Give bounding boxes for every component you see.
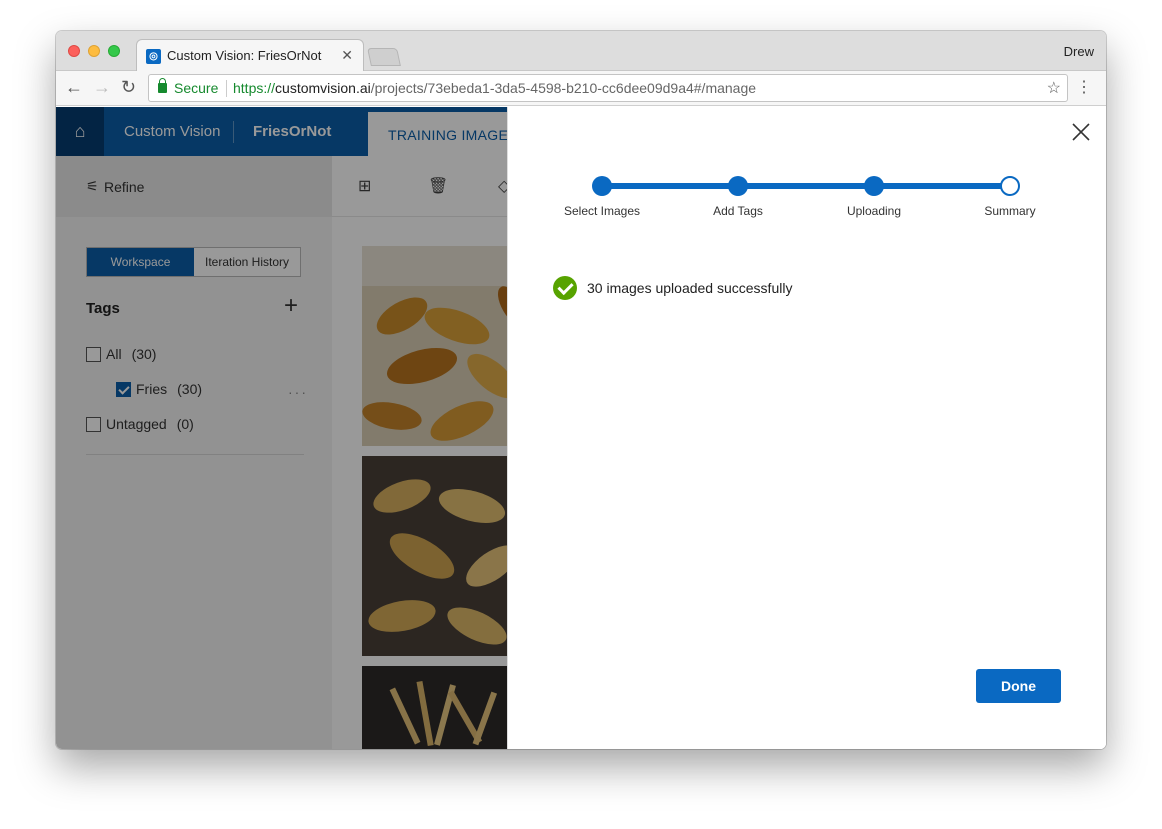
maximize-window-button[interactable] [108, 45, 120, 57]
url-host: customvision.ai [275, 80, 371, 96]
forward-arrow-icon[interactable]: → [93, 77, 111, 98]
reload-icon[interactable]: ↻ [121, 77, 136, 98]
close-window-button[interactable] [68, 45, 80, 57]
secure-label: Secure [174, 80, 219, 96]
step-label: Add Tags [713, 204, 763, 218]
done-button[interactable]: Done [976, 669, 1061, 703]
close-tab-icon[interactable]: ✕ [341, 47, 353, 64]
url-text[interactable]: https://customvision.ai/projects/73ebeda… [233, 80, 756, 96]
upload-panel: Select Images Add Tags Uploading Summary… [507, 107, 1106, 749]
step-dot-uploading [864, 176, 884, 196]
profile-name[interactable]: Drew [1064, 44, 1094, 59]
tab-strip: ◎ Custom Vision: FriesOrNot ✕ Drew [56, 31, 1106, 72]
step-label: Uploading [846, 204, 902, 218]
upload-stepper: Select Images Add Tags Uploading Summary [508, 107, 1106, 237]
lock-icon [158, 78, 167, 93]
step-label: Summary [984, 204, 1036, 218]
step-dot-select-images [592, 176, 612, 196]
step-dot-summary [1000, 176, 1020, 196]
back-arrow-icon[interactable]: ← [65, 77, 83, 98]
modal-backdrop[interactable] [56, 107, 507, 749]
favicon-icon: ◎ [146, 49, 161, 64]
minimize-window-button[interactable] [88, 45, 100, 57]
new-tab-button[interactable] [367, 48, 401, 66]
success-text: 30 images uploaded successfully [587, 280, 793, 296]
address-bar[interactable]: Secure https://customvision.ai/projects/… [148, 74, 1068, 102]
success-check-icon [553, 276, 577, 300]
stepper-progress-line [604, 183, 1012, 189]
address-separator [226, 80, 227, 97]
browser-menu-icon[interactable]: ⋮ [1076, 77, 1092, 97]
bookmark-star-icon[interactable]: ☆ [1047, 78, 1061, 98]
browser-window: ◎ Custom Vision: FriesOrNot ✕ Drew ← → ↻… [56, 31, 1106, 749]
browser-tab[interactable]: ◎ Custom Vision: FriesOrNot ✕ [136, 39, 364, 72]
navigation-bar: ← → ↻ Secure https://customvision.ai/pro… [56, 71, 1106, 106]
url-path: /projects/73ebeda1-3da5-4598-b210-cc6dee… [370, 80, 757, 96]
step-label: Select Images [563, 204, 641, 218]
url-scheme: https:// [233, 80, 276, 96]
step-dot-add-tags [728, 176, 748, 196]
tab-title: Custom Vision: FriesOrNot [167, 48, 322, 63]
